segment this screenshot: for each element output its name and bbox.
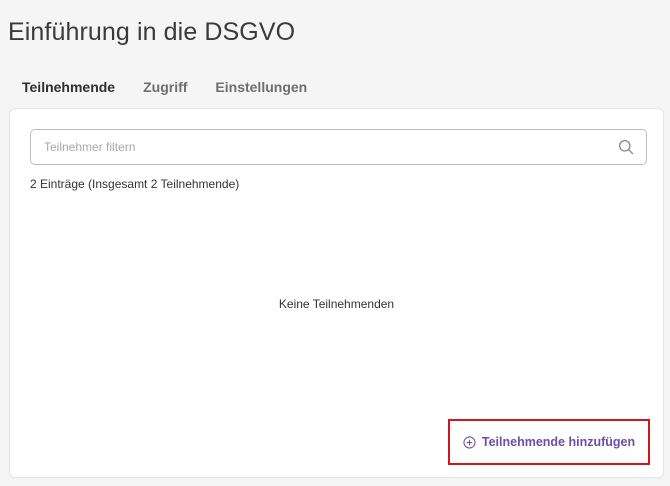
empty-state-message: Keine Teilnehmenden: [278, 297, 395, 311]
search-field: [30, 129, 647, 165]
add-participants-label: Teilnehmende hinzufügen: [481, 435, 636, 449]
tab-bar: Teilnehmende Zugriff Einstellungen: [22, 79, 335, 95]
search-icon[interactable]: [618, 139, 634, 155]
page-title: Einführung in die DSGVO: [8, 18, 296, 46]
tab-teilnehmende[interactable]: Teilnehmende: [22, 79, 115, 95]
tab-einstellungen[interactable]: Einstellungen: [215, 79, 307, 95]
add-participants-button[interactable]: Teilnehmende hinzufügen: [448, 419, 650, 465]
entries-count: 2 Einträge (Insgesamt 2 Teilnehmende): [30, 177, 240, 191]
plus-circle-icon: [463, 435, 476, 449]
search-input[interactable]: [31, 130, 646, 164]
participants-panel: 2 Einträge (Insgesamt 2 Teilnehmende) Ke…: [9, 108, 664, 478]
tab-zugriff[interactable]: Zugriff: [143, 79, 187, 95]
